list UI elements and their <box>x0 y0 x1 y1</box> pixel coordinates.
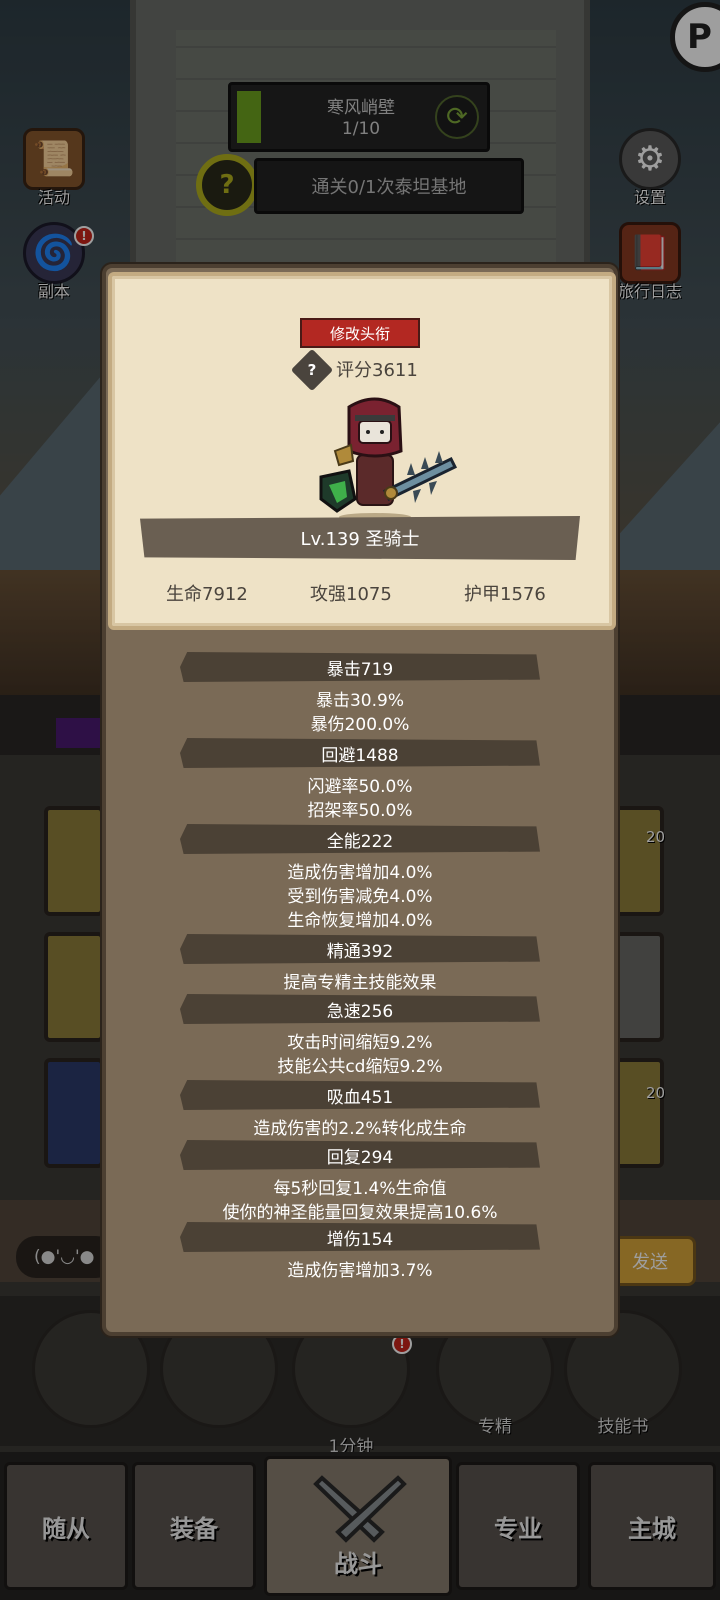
stat-header-regen: 回复294 <box>180 1140 540 1170</box>
base-stat-armor: 护甲1576 <box>464 584 546 605</box>
base-stat-attack-power: 攻强1075 <box>310 584 392 605</box>
stat-detail: 使你的神圣能量回复效果提高10.6% <box>222 1203 498 1223</box>
stat-detail: 暴伤200.0% <box>310 715 410 735</box>
stat-header-lifesteal: 吸血451 <box>180 1080 540 1110</box>
stat-header-avoidance: 回避1488 <box>180 738 540 768</box>
stat-detail: 生命恢复增加4.0% <box>287 911 433 931</box>
score-help-glyph: ? <box>307 361 317 379</box>
paladin-avatar <box>319 397 458 520</box>
stat-detail: 攻击时间缩短9.2% <box>287 1033 433 1053</box>
base-stat-hp: 生命7912 <box>166 584 248 605</box>
stat-detail: 暴击30.9% <box>315 691 404 711</box>
stat-detail: 造成伤害增加4.0% <box>287 863 433 883</box>
stat-detail: 受到伤害减免4.0% <box>287 887 433 907</box>
stat-header-mastery: 精通392 <box>180 934 540 964</box>
level-class-banner: Lv.139 圣骑士 <box>140 516 580 560</box>
score-label: 评分3611 <box>336 360 418 381</box>
edit-title-button[interactable]: 修改头衔 <box>300 318 420 348</box>
stat-header-haste: 急速256 <box>180 994 540 1024</box>
stat-detail: 提高专精主技能效果 <box>283 973 437 993</box>
stat-detail: 造成伤害的2.2%转化成生命 <box>253 1119 467 1139</box>
stat-detail: 闪避率50.0% <box>307 777 413 797</box>
stat-header-crit: 暴击719 <box>180 652 540 682</box>
score-help-icon[interactable]: ? <box>290 348 334 392</box>
stat-detail: 造成伤害增加3.7% <box>287 1261 433 1281</box>
stat-detail: 每5秒回复1.4%生命值 <box>273 1179 447 1199</box>
stat-header-damage-increase: 增伤154 <box>180 1222 540 1252</box>
stat-header-versatility: 全能222 <box>180 824 540 854</box>
stat-detail: 技能公共cd缩短9.2% <box>277 1057 443 1077</box>
stat-detail: 招架率50.0% <box>307 801 413 821</box>
